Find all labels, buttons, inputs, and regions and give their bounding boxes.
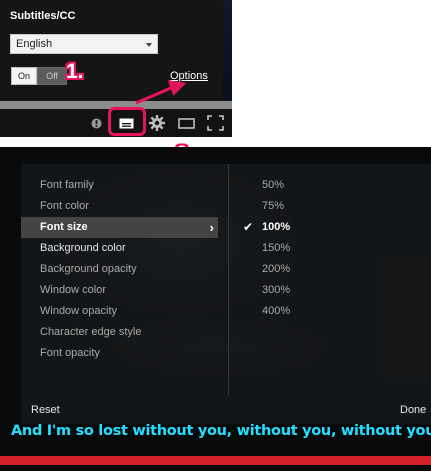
menu-divider [228,164,229,396]
menu-item-font-family[interactable]: Font family [21,175,218,196]
menu-item-font-opacity[interactable]: Font opacity [21,343,218,364]
menu-item-background-opacity[interactable]: Background opacity [21,259,218,280]
caption-options-panel: Font family Font color Font size › Backg… [0,147,431,471]
menu-item-background-color[interactable]: Background color [21,238,218,259]
font-size-option[interactable]: 400% [262,301,290,322]
progress-bar-played[interactable] [0,456,431,465]
checkmark-icon: ✔ [243,220,254,234]
annotation-arrow-1-shaft [135,86,172,105]
font-size-option[interactable]: 150% [262,238,290,259]
chevron-right-icon: › [209,220,214,235]
menu-item-window-color[interactable]: Window color [21,280,218,301]
font-size-option[interactable]: 50% [262,175,284,196]
step-1-label: 1. [66,60,84,83]
font-size-option[interactable]: 75% [262,196,284,217]
menu-item-font-size[interactable]: Font size › [21,217,218,238]
done-button[interactable]: Done [400,404,426,416]
menu-item-character-edge-style[interactable]: Character edge style [21,322,218,343]
menu-item-font-color[interactable]: Font color [21,196,218,217]
menu-item-font-size-label: Font size [40,221,88,233]
font-size-option[interactable]: 200% [262,259,290,280]
caption-text: And I'm so lost without you, without you… [11,423,431,439]
annotation-arrow-1-head [167,80,187,96]
reset-button[interactable]: Reset [31,404,60,416]
font-size-option[interactable]: 300% [262,280,290,301]
menu-item-window-opacity[interactable]: Window opacity [21,301,218,322]
font-size-option-selected[interactable]: 100% [262,217,290,238]
